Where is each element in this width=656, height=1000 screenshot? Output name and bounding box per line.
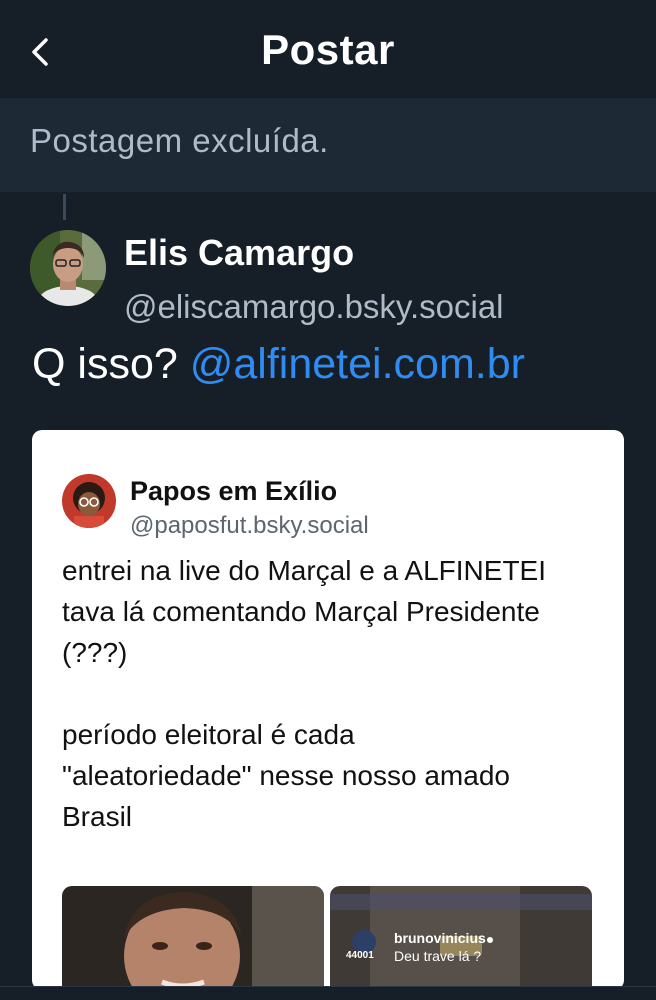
author-name[interactable]: Elis Camargo <box>124 232 354 274</box>
status-bar <box>0 0 656 10</box>
author-avatar[interactable] <box>30 230 106 306</box>
embed-author-avatar <box>62 474 116 528</box>
thread-line <box>63 194 66 220</box>
author-handle[interactable]: @eliscamargo.bsky.social <box>124 288 504 326</box>
post-text-body: Q isso? <box>32 340 190 388</box>
embed-author-name: Papos em Exílio <box>130 476 338 506</box>
media-username: brunovinicius <box>394 930 486 946</box>
bottom-bar <box>0 986 656 1000</box>
page-title: Postar <box>261 26 395 73</box>
embedded-post-image[interactable]: Papos em Exílio @paposfut.bsky.social en… <box>32 430 624 990</box>
media-viewer-count: 44001 <box>346 950 374 961</box>
deleted-post-banner[interactable]: Postagem excluída. <box>0 98 656 192</box>
media-comment: Deu trave lá ? <box>394 948 482 964</box>
embed-media-photo-left <box>62 886 324 990</box>
author-avatar-image <box>30 230 106 306</box>
post-mention-link[interactable]: @alfinetei.com.br <box>190 340 525 388</box>
embed-post-text: entrei na live do Marçal e a ALFINETEI t… <box>62 555 546 832</box>
embed-media-photo-right: 44001 brunovinicius Deu trave lá ? <box>330 886 592 990</box>
post-text: Q isso? @alfinetei.com.br <box>32 340 525 389</box>
deleted-post-text: Postagem excluída. <box>30 122 329 159</box>
header: Postar <box>0 10 656 98</box>
embed-author-handle: @paposfut.bsky.social <box>130 512 369 539</box>
